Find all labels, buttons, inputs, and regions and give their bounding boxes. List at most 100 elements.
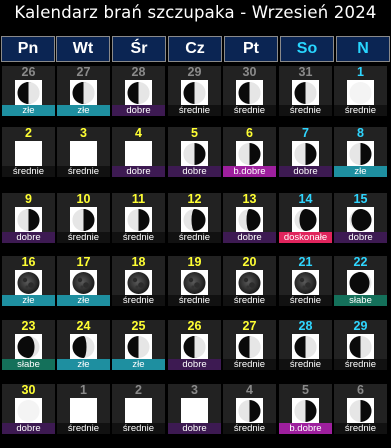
- bite-rating-label: średnie: [112, 232, 165, 243]
- bite-rating-label: dobre: [334, 232, 387, 243]
- day-number: 2: [25, 126, 32, 140]
- day-number: 28: [298, 319, 313, 333]
- moon-phase-icon: [236, 141, 263, 167]
- bite-rating-label: średnie: [279, 359, 332, 370]
- bite-rating-label: doskonałe: [279, 232, 332, 243]
- day-cell[interactable]: 30 średnie: [223, 65, 276, 116]
- day-number: 20: [242, 255, 257, 269]
- day-cell[interactable]: 11 średnie: [112, 192, 165, 243]
- bite-rating-label: dobre: [112, 166, 165, 177]
- day-cell[interactable]: 25 złe: [112, 319, 165, 370]
- bite-rating-label: dobre: [2, 232, 55, 243]
- moon-phase-icon: [125, 334, 152, 360]
- day-cell[interactable]: 17 złe: [57, 255, 110, 306]
- day-cell[interactable]: 1 średnie: [334, 65, 387, 116]
- bite-rating-label: złe: [334, 166, 387, 177]
- day-number: 30: [21, 383, 36, 397]
- moon-phase-icon: [181, 141, 208, 167]
- day-cell[interactable]: 22 słabe: [334, 255, 387, 306]
- bite-rating-label: dobre: [168, 423, 221, 434]
- moon-phase-icon: [70, 207, 97, 233]
- day-cell[interactable]: 4 średnie: [223, 383, 276, 434]
- day-cell[interactable]: 29 średnie: [334, 319, 387, 370]
- day-cell[interactable]: 2 średnie: [2, 126, 55, 177]
- day-cell[interactable]: 9 dobre: [2, 192, 55, 243]
- day-number: 30: [242, 65, 257, 79]
- day-number: 3: [80, 126, 87, 140]
- bite-rating-label: dobre: [279, 166, 332, 177]
- bite-rating-label: złe: [57, 359, 110, 370]
- day-cell[interactable]: 2 średnie: [112, 383, 165, 434]
- day-cell[interactable]: 13 dobre: [223, 192, 276, 243]
- day-cell[interactable]: 26 dobre: [168, 319, 221, 370]
- day-cell[interactable]: 20 średnie: [223, 255, 276, 306]
- day-number: 26: [187, 319, 202, 333]
- moon-phase-icon: [292, 334, 319, 360]
- day-number: 18: [131, 255, 146, 269]
- day-cell[interactable]: 27 średnie: [223, 319, 276, 370]
- bite-rating-label: złe: [112, 359, 165, 370]
- bite-rating-label: b.dobre: [279, 423, 332, 434]
- moon-phase-icon: [15, 398, 42, 424]
- day-cell[interactable]: 29 średnie: [168, 65, 221, 116]
- day-cell[interactable]: 28 dobre: [112, 65, 165, 116]
- day-cell[interactable]: 31 średnie: [279, 65, 332, 116]
- day-cell[interactable]: 6 średnie: [334, 383, 387, 434]
- bite-rating-label: słabe: [334, 295, 387, 306]
- day-cell[interactable]: 21 średnie: [279, 255, 332, 306]
- day-number: 16: [21, 255, 36, 269]
- moon-phase-icon: [347, 398, 374, 424]
- bite-rating-label: średnie: [112, 423, 165, 434]
- moon-phase-icon: [236, 398, 263, 424]
- day-number: 3: [191, 383, 198, 397]
- day-cell[interactable]: 14 doskonałe: [279, 192, 332, 243]
- day-cell[interactable]: 10 średnie: [57, 192, 110, 243]
- day-cell[interactable]: 7 dobre: [279, 126, 332, 177]
- day-cell[interactable]: 6 b.dobre: [223, 126, 276, 177]
- day-cell[interactable]: 16 złe: [2, 255, 55, 306]
- moon-phase-icon: [347, 334, 374, 360]
- day-cell[interactable]: 8 złe: [334, 126, 387, 177]
- bite-rating-label: b.dobre: [223, 166, 276, 177]
- bite-rating-label: średnie: [57, 232, 110, 243]
- day-cell[interactable]: 23 słabe: [2, 319, 55, 370]
- day-cell[interactable]: 3 średnie: [57, 126, 110, 177]
- day-cell[interactable]: 5 b.dobre: [279, 383, 332, 434]
- day-number: 4: [135, 126, 142, 140]
- day-cell[interactable]: 26 złe: [2, 65, 55, 116]
- day-number: 25: [131, 319, 146, 333]
- moon-phase-icon: [15, 141, 42, 167]
- day-number: 1: [357, 65, 364, 79]
- day-cell[interactable]: 15 dobre: [334, 192, 387, 243]
- day-number: 13: [242, 192, 257, 206]
- moon-phase-icon: [70, 334, 97, 360]
- day-number: 4: [246, 383, 253, 397]
- day-cell[interactable]: 18 średnie: [112, 255, 165, 306]
- day-number: 19: [187, 255, 202, 269]
- moon-phase-icon: [15, 334, 42, 360]
- day-number: 31: [298, 65, 313, 79]
- moon-phase-icon: [181, 207, 208, 233]
- day-cell[interactable]: 3 dobre: [168, 383, 221, 434]
- day-cell[interactable]: 5 dobre: [168, 126, 221, 177]
- moon-phase-icon: [70, 80, 97, 106]
- bite-rating-label: średnie: [334, 105, 387, 116]
- bite-rating-label: średnie: [279, 105, 332, 116]
- day-cell[interactable]: 24 złe: [57, 319, 110, 370]
- day-number: 8: [357, 126, 364, 140]
- day-number: 23: [21, 319, 36, 333]
- moon-phase-icon: [15, 80, 42, 106]
- moon-phase-icon: [292, 80, 319, 106]
- day-cell[interactable]: 19 średnie: [168, 255, 221, 306]
- day-cell[interactable]: 28 średnie: [279, 319, 332, 370]
- day-cell[interactable]: 1 średnie: [57, 383, 110, 434]
- day-cell[interactable]: 27 złe: [57, 65, 110, 116]
- day-cell[interactable]: 30 dobre: [2, 383, 55, 434]
- calendar-title: Kalendarz brań szczupaka - Wrzesień 2024: [14, 3, 377, 22]
- day-cell[interactable]: 12 średnie: [168, 192, 221, 243]
- moon-phase-icon: [292, 141, 319, 167]
- bite-rating-label: średnie: [223, 359, 276, 370]
- day-cell[interactable]: 4 dobre: [112, 126, 165, 177]
- day-number: 15: [353, 192, 368, 206]
- moon-phase-icon: [347, 80, 374, 106]
